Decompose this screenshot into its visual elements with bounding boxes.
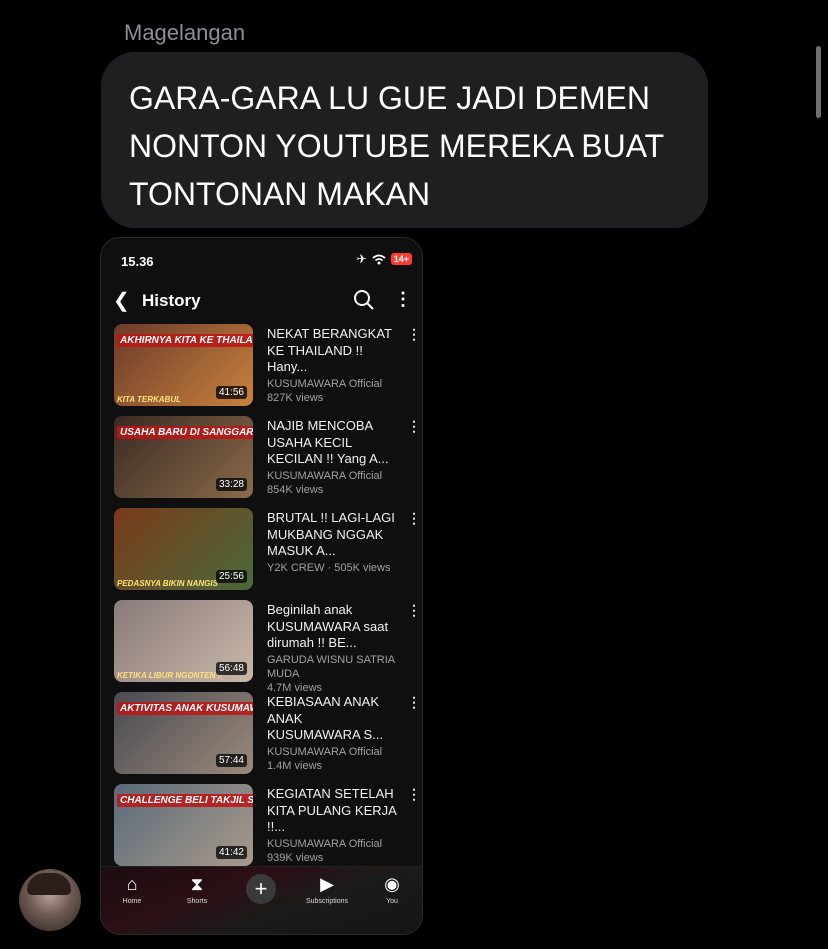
video-menu-icon[interactable]: ⋮ <box>407 326 421 343</box>
video-item[interactable]: KETIKA LIBUR NGONTEN !! 56:48 Beginilah … <box>101 600 422 694</box>
nav-home-label: Home <box>122 898 142 905</box>
video-title[interactable]: BRUTAL !! LAGI-LAGI MUKBANG NGGAK MASUK … <box>267 510 397 560</box>
video-channel: KUSUMAWARA Official <box>267 838 383 850</box>
wifi-icon <box>372 254 386 264</box>
video-thumbnail[interactable]: KETIKA LIBUR NGONTEN !! 56:48 <box>114 600 253 682</box>
video-menu-icon[interactable]: ⋮ <box>407 694 421 711</box>
airplane-icon: ✈ <box>356 252 367 266</box>
subscriptions-icon: ▶ <box>320 874 334 894</box>
video-menu-icon[interactable]: ⋮ <box>407 418 421 435</box>
video-menu-icon[interactable]: ⋮ <box>407 786 421 803</box>
scrollbar[interactable] <box>816 46 821 118</box>
thumbnail-caption: AKHIRNYA KITA KE THAILAND!! <box>117 334 253 347</box>
video-views: 1.4M views <box>267 760 323 772</box>
video-views: 854K views <box>267 484 324 496</box>
page-title: History <box>142 291 201 310</box>
status-bar: 15.36 ✈ 14+ <box>101 238 422 282</box>
avatar-icon: ◉ <box>384 874 400 894</box>
history-list: AKHIRNYA KITA KE THAILAND!! KITA TERKABU… <box>101 324 422 876</box>
bottom-nav: ⌂ Home ⧗ Shorts + ▶ Subscriptions ◉ You <box>101 866 422 934</box>
search-icon[interactable] <box>353 289 375 311</box>
video-channel: KUSUMAWARA Official <box>267 746 383 758</box>
video-duration: 56:48 <box>215 662 247 675</box>
status-time: 15.36 <box>121 254 154 269</box>
avatar[interactable] <box>19 869 81 931</box>
status-icons: ✈ 14+ <box>357 252 412 266</box>
video-item[interactable]: USAHA BARU DI SANGGAR!! 33:28 NAJIB MENC… <box>101 416 422 508</box>
video-thumbnail[interactable]: AKTIVITAS ANAK KUSUMAWARA!! 57:44 <box>114 692 253 774</box>
video-thumbnail[interactable]: CHALLENGE BELI TAKJIL SENDIRI!! 41:42 <box>114 784 253 866</box>
video-item[interactable]: PEDASNYA BIKIN NANGIS 25:56 BRUTAL !! LA… <box>101 508 422 600</box>
thumbnail-subcaption: KITA TERKABUL <box>117 395 181 404</box>
nav-subscriptions-label: Subscriptions <box>305 898 349 905</box>
nav-shorts[interactable]: ⧗ Shorts <box>167 873 227 905</box>
battery-badge: 14+ <box>390 253 412 265</box>
nav-home[interactable]: ⌂ Home <box>102 873 162 905</box>
avatar-hair <box>27 873 71 895</box>
video-channel: Y2K CREW · 505K views <box>267 562 391 574</box>
video-duration: 41:56 <box>215 386 247 399</box>
video-item[interactable]: AKHIRNYA KITA KE THAILAND!! KITA TERKABU… <box>101 324 422 416</box>
video-menu-icon[interactable]: ⋮ <box>407 510 421 527</box>
video-thumbnail[interactable]: PEDASNYA BIKIN NANGIS 25:56 <box>114 508 253 590</box>
shorts-icon: ⧗ <box>190 874 204 894</box>
video-channel: KUSUMAWARA Official <box>267 378 383 390</box>
more-options-icon[interactable]: ⋮ <box>394 289 412 310</box>
video-views: 827K views <box>267 392 324 404</box>
thumbnail-subcaption: KETIKA LIBUR NGONTEN !! <box>117 671 223 680</box>
nav-you-label: You <box>386 898 398 905</box>
video-channel: KUSUMAWARA Official <box>267 470 383 482</box>
sender-name: Magelangan <box>124 20 246 45</box>
create-plus-button[interactable]: + <box>246 874 276 904</box>
thumbnail-subcaption: PEDASNYA BIKIN NANGIS <box>117 579 218 588</box>
video-item[interactable]: AKTIVITAS ANAK KUSUMAWARA!! 57:44 KEBIAS… <box>101 692 422 784</box>
video-thumbnail[interactable]: AKHIRNYA KITA KE THAILAND!! KITA TERKABU… <box>114 324 253 406</box>
nav-shorts-label: Shorts <box>186 898 208 905</box>
video-menu-icon[interactable]: ⋮ <box>407 602 421 619</box>
video-title[interactable]: NEKAT BERANGKAT KE THAILAND !! Hany... <box>267 326 397 376</box>
video-title[interactable]: NAJIB MENCOBA USAHA KECIL KECILAN !! Yan… <box>267 418 397 468</box>
screenshot-attachment[interactable]: 15.36 ✈ 14+ ❮ History ⋮ AKHIRNYA KITA KE… <box>100 237 423 935</box>
video-channel: GARUDA WISNU SATRIA MUDA <box>267 654 395 680</box>
thumbnail-caption: USAHA BARU DI SANGGAR!! <box>117 426 253 439</box>
video-views: 939K views <box>267 852 324 864</box>
home-icon: ⌂ <box>126 874 138 894</box>
video-duration: 25:56 <box>215 570 247 583</box>
video-thumbnail[interactable]: USAHA BARU DI SANGGAR!! 33:28 <box>114 416 253 498</box>
message-bubble[interactable]: GARA-GARA LU GUE JADI DEMEN NONTON YOUTU… <box>101 52 708 228</box>
thumbnail-caption: AKTIVITAS ANAK KUSUMAWARA!! <box>117 702 253 715</box>
video-title[interactable]: Beginilah anak KUSUMAWARA saat dirumah !… <box>267 602 397 652</box>
video-duration: 41:42 <box>215 846 247 859</box>
video-duration: 57:44 <box>215 754 247 767</box>
video-title[interactable]: KEGIATAN SETELAH KITA PULANG KERJA !!... <box>267 786 397 836</box>
thumbnail-caption: CHALLENGE BELI TAKJIL SENDIRI!! <box>117 794 253 807</box>
video-duration: 33:28 <box>215 478 247 491</box>
nav-subscriptions[interactable]: ▶ Subscriptions <box>297 873 357 905</box>
top-bar: ❮ History ⋮ <box>101 284 422 316</box>
video-item[interactable]: CHALLENGE BELI TAKJIL SENDIRI!! 41:42 KE… <box>101 784 422 876</box>
back-arrow-icon[interactable]: ❮ <box>113 288 130 313</box>
video-title[interactable]: KEBIASAAN ANAK ANAK KUSUMAWARA S... <box>267 694 397 744</box>
nav-you[interactable]: ◉ You <box>362 873 422 905</box>
